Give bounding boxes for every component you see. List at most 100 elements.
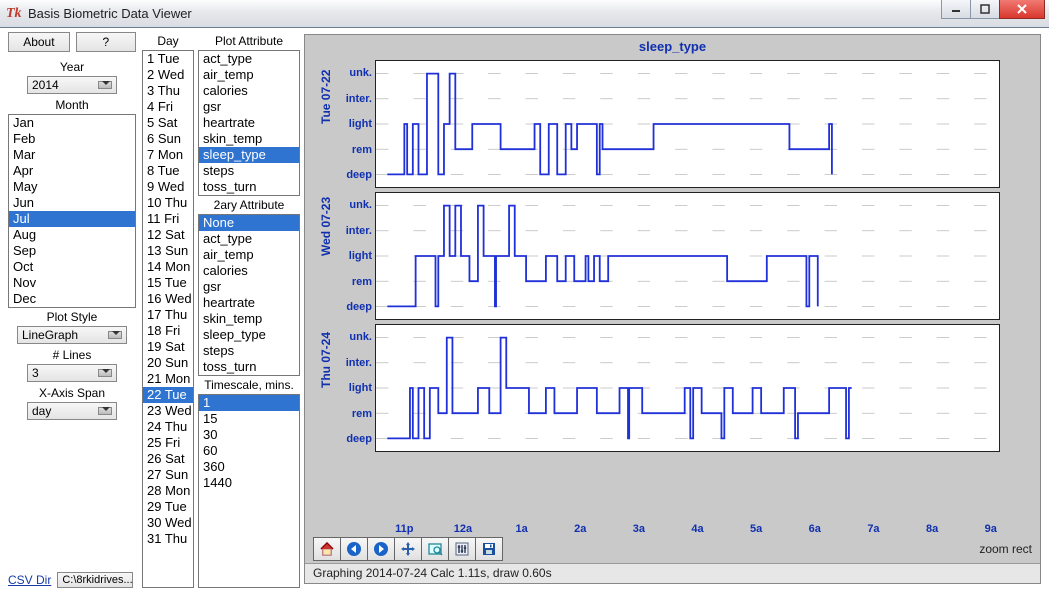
- list-item[interactable]: calories: [199, 83, 299, 99]
- list-item[interactable]: 21 Mon: [143, 371, 193, 387]
- list-item[interactable]: 19 Sat: [143, 339, 193, 355]
- list-item[interactable]: 28 Mon: [143, 483, 193, 499]
- list-item[interactable]: 26 Sat: [143, 451, 193, 467]
- chevron-down-icon: [98, 81, 112, 89]
- list-item[interactable]: Feb: [9, 131, 135, 147]
- list-item[interactable]: 24 Thu: [143, 419, 193, 435]
- list-item[interactable]: 17 Thu: [143, 307, 193, 323]
- plot-style-dropdown[interactable]: LineGraph: [17, 326, 127, 344]
- maximize-button[interactable]: [970, 0, 1000, 19]
- list-item[interactable]: 30: [199, 427, 299, 443]
- csv-dir-path-button[interactable]: C:\8rkidrives...: [57, 572, 133, 588]
- close-button[interactable]: [999, 0, 1045, 19]
- list-item[interactable]: air_temp: [199, 247, 299, 263]
- year-dropdown[interactable]: 2014: [27, 76, 117, 94]
- month-label: Month: [8, 96, 136, 114]
- list-item[interactable]: 7 Mon: [143, 147, 193, 163]
- list-item[interactable]: 1440: [199, 475, 299, 491]
- list-item[interactable]: steps: [199, 343, 299, 359]
- list-item[interactable]: air_temp: [199, 67, 299, 83]
- plot-attr-label: Plot Attribute: [198, 32, 300, 50]
- list-item[interactable]: 6 Sun: [143, 131, 193, 147]
- secondary-attr-list[interactable]: Noneact_typeair_tempcaloriesgsrheartrate…: [198, 214, 300, 376]
- list-item[interactable]: Mar: [9, 147, 135, 163]
- list-item[interactable]: heartrate: [199, 295, 299, 311]
- list-item[interactable]: gsr: [199, 279, 299, 295]
- list-item[interactable]: 14 Mon: [143, 259, 193, 275]
- list-item[interactable]: gsr: [199, 99, 299, 115]
- list-item[interactable]: 15: [199, 411, 299, 427]
- list-item[interactable]: 10 Thu: [143, 195, 193, 211]
- list-item[interactable]: toss_turn: [199, 179, 299, 195]
- list-item[interactable]: Aug: [9, 227, 135, 243]
- zoom-rect-icon[interactable]: [421, 537, 449, 561]
- list-item[interactable]: calories: [199, 263, 299, 279]
- month-list[interactable]: JanFebMarAprMayJunJulAugSepOctNovDec: [8, 114, 136, 308]
- list-item[interactable]: 1: [199, 395, 299, 411]
- list-item[interactable]: 27 Sun: [143, 467, 193, 483]
- list-item[interactable]: 360: [199, 459, 299, 475]
- list-item[interactable]: Sep: [9, 243, 135, 259]
- about-button[interactable]: About: [8, 32, 70, 52]
- list-item[interactable]: skin_temp: [199, 311, 299, 327]
- list-item[interactable]: 25 Fri: [143, 435, 193, 451]
- list-item[interactable]: Jul: [9, 211, 135, 227]
- back-icon[interactable]: [340, 537, 368, 561]
- list-item[interactable]: sleep_type: [199, 327, 299, 343]
- list-item[interactable]: 30 Wed: [143, 515, 193, 531]
- list-item[interactable]: 22 Tue: [143, 387, 193, 403]
- chart-x-tick: 11p: [375, 523, 434, 535]
- list-item[interactable]: Jan: [9, 115, 135, 131]
- list-item[interactable]: steps: [199, 163, 299, 179]
- forward-icon[interactable]: [367, 537, 395, 561]
- list-item[interactable]: 23 Wed: [143, 403, 193, 419]
- pan-icon[interactable]: [394, 537, 422, 561]
- plot-attr-list[interactable]: act_typeair_tempcaloriesgsrheartrateskin…: [198, 50, 300, 196]
- list-item[interactable]: May: [9, 179, 135, 195]
- save-icon[interactable]: [475, 537, 503, 561]
- list-item[interactable]: Oct: [9, 259, 135, 275]
- xaxis-span-dropdown[interactable]: day: [27, 402, 117, 420]
- list-item[interactable]: 16 Wed: [143, 291, 193, 307]
- list-item[interactable]: skin_temp: [199, 131, 299, 147]
- list-item[interactable]: 2 Wed: [143, 67, 193, 83]
- list-item[interactable]: act_type: [199, 51, 299, 67]
- list-item[interactable]: Jun: [9, 195, 135, 211]
- list-item[interactable]: 12 Sat: [143, 227, 193, 243]
- timescale-list[interactable]: 11530603601440: [198, 394, 300, 588]
- list-item[interactable]: 3 Thu: [143, 83, 193, 99]
- list-item[interactable]: sleep_type: [199, 147, 299, 163]
- help-button[interactable]: ?: [76, 32, 136, 52]
- num-lines-dropdown[interactable]: 3: [27, 364, 117, 382]
- list-item[interactable]: 29 Tue: [143, 499, 193, 515]
- list-item[interactable]: 4 Fri: [143, 99, 193, 115]
- minimize-button[interactable]: [941, 0, 971, 19]
- chart-x-tick: 3a: [610, 523, 669, 535]
- list-item[interactable]: Nov: [9, 275, 135, 291]
- list-item[interactable]: Apr: [9, 163, 135, 179]
- configure-icon[interactable]: [448, 537, 476, 561]
- list-item[interactable]: 60: [199, 443, 299, 459]
- day-list[interactable]: 1 Tue2 Wed3 Thu4 Fri5 Sat6 Sun7 Mon8 Tue…: [142, 50, 194, 588]
- list-item[interactable]: 5 Sat: [143, 115, 193, 131]
- list-item[interactable]: 13 Sun: [143, 243, 193, 259]
- home-icon[interactable]: [313, 537, 341, 561]
- list-item[interactable]: heartrate: [199, 115, 299, 131]
- chevron-down-icon: [98, 407, 112, 415]
- list-item[interactable]: 18 Fri: [143, 323, 193, 339]
- list-item[interactable]: 1 Tue: [143, 51, 193, 67]
- list-item[interactable]: 9 Wed: [143, 179, 193, 195]
- list-item[interactable]: 11 Fri: [143, 211, 193, 227]
- chart-x-tick: 2a: [551, 523, 610, 535]
- list-item[interactable]: 20 Sun: [143, 355, 193, 371]
- chart-x-tick: 6a: [785, 523, 844, 535]
- list-item[interactable]: act_type: [199, 231, 299, 247]
- list-item[interactable]: 15 Tue: [143, 275, 193, 291]
- list-item[interactable]: Dec: [9, 291, 135, 307]
- list-item[interactable]: toss_turn: [199, 359, 299, 375]
- list-item[interactable]: None: [199, 215, 299, 231]
- list-item[interactable]: 8 Tue: [143, 163, 193, 179]
- plot-area: sleep_type Tue 07-22unk.inter.lightremde…: [304, 34, 1041, 584]
- list-item[interactable]: 31 Thu: [143, 531, 193, 547]
- csv-dir-link[interactable]: CSV Dir: [8, 573, 51, 587]
